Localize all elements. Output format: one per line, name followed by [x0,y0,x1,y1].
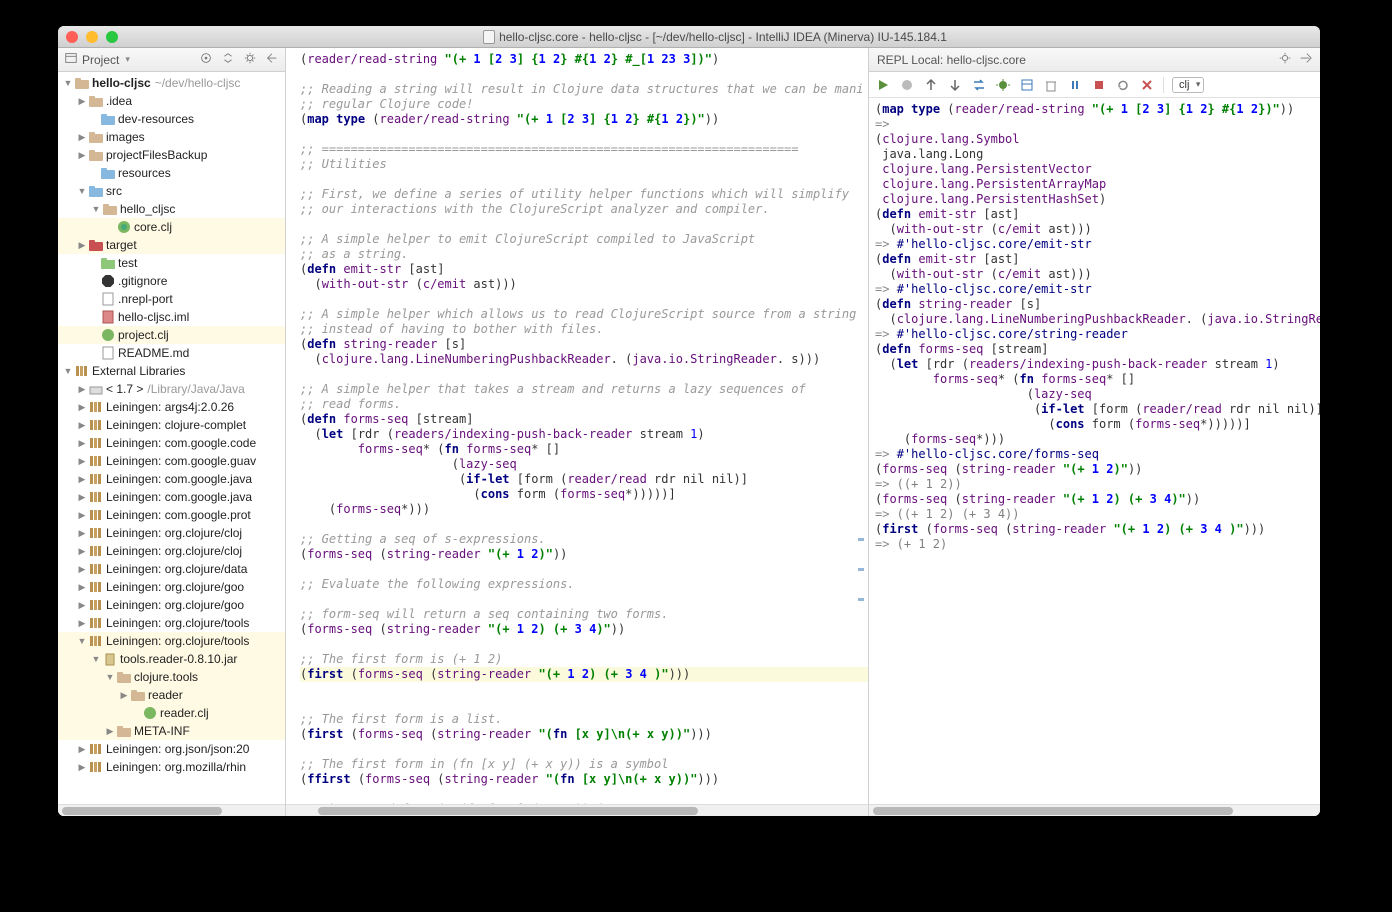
switch-ns-icon[interactable] [971,77,987,93]
tree-item[interactable]: ▼tools.reader-0.8.10.jar [58,650,285,668]
history-icon[interactable] [1019,77,1035,93]
editor-markers [856,48,864,816]
debug-icon[interactable] [995,77,1011,93]
tree-item[interactable]: resources [58,164,285,182]
tree-item[interactable]: hello-cljsc.iml [58,308,285,326]
tree-item[interactable]: ▶Leiningen: com.google.code [58,434,285,452]
tree-item[interactable]: .nrepl-port [58,290,285,308]
tree-item[interactable]: ▶Leiningen: org.mozilla/rhin [58,758,285,776]
hide-icon[interactable] [1298,51,1312,68]
dropdown-icon[interactable]: ▾ [125,54,130,65]
tree-item[interactable]: ▶< 1.7 >/Library/Java/Java [58,380,285,398]
tree-item[interactable]: ▶Leiningen: org.clojure/tools [58,614,285,632]
text-file-icon [100,291,116,307]
clear-icon[interactable] [1043,77,1059,93]
interrupt-icon[interactable] [1067,77,1083,93]
window-title: hello-cljsc.core - hello-cljsc - [~/dev/… [118,30,1312,44]
tree-item[interactable]: ▶target [58,236,285,254]
close-window[interactable] [66,31,78,43]
sidebar-title: Project [82,53,119,67]
tree-item[interactable]: ▶.idea [58,92,285,110]
jdk-icon [88,381,104,397]
tree-project-root[interactable]: ▼hello-cljsc~/dev/hello-cljsc [58,74,285,92]
repl-header: REPL Local: hello-cljsc.core [869,48,1320,72]
tree-item[interactable]: ▶reader [58,686,285,704]
clj-file-icon [116,219,132,235]
tree-item[interactable]: .gitignore [58,272,285,290]
tree-item[interactable]: ▶META-INF [58,722,285,740]
tree-item[interactable]: ▶Leiningen: org.clojure/data [58,560,285,578]
up-icon[interactable] [923,77,939,93]
project-icon [64,51,78,68]
project-tree[interactable]: ▼hello-cljsc~/dev/hello-cljsc ▶.idea dev… [58,72,285,804]
sidebar-hscroll[interactable] [58,804,285,816]
repl-hscroll[interactable] [869,804,1320,816]
hide-icon[interactable] [265,51,279,68]
stop-dim-icon[interactable] [899,77,915,93]
minimize-window[interactable] [86,31,98,43]
tree-item[interactable]: ▶Leiningen: com.google.prot [58,506,285,524]
git-icon [100,273,116,289]
tree-item[interactable]: ▶images [58,128,285,146]
ide-window: hello-cljsc.core - hello-cljsc - [~/dev/… [58,26,1320,816]
clj-file-icon [100,327,116,343]
tree-item[interactable]: README.md [58,344,285,362]
repl-output[interactable]: (map type (reader/read-string "(+ 1 [2 3… [869,98,1320,804]
collapse-all-icon[interactable] [221,51,235,68]
tree-external-libs[interactable]: ▼External Libraries [58,362,285,380]
reconnect-icon[interactable] [1115,77,1131,93]
jar-icon [102,651,118,667]
gear-icon[interactable] [243,51,257,68]
library-icon [74,363,90,379]
project-sidebar: Project ▾ ▼hello-cljsc~/dev/hello-cljsc … [58,48,286,816]
repl-title: REPL Local: hello-cljsc.core [877,53,1026,67]
tree-item[interactable]: ▶projectFilesBackup [58,146,285,164]
file-icon [483,30,495,44]
close-icon[interactable] [1139,77,1155,93]
tree-item[interactable]: project.clj [58,326,285,344]
tree-item[interactable]: ▶Leiningen: com.google.java [58,488,285,506]
tree-item[interactable]: ▶Leiningen: com.google.guav [58,452,285,470]
tree-item[interactable]: ▶Leiningen: org.json/json:20 [58,740,285,758]
tree-item[interactable]: ▶Leiningen: org.clojure/goo [58,596,285,614]
scroll-from-source-icon[interactable] [199,51,213,68]
tree-item[interactable]: reader.clj [58,704,285,722]
tree-item[interactable]: ▼Leiningen: org.clojure/tools [58,632,285,650]
tree-item[interactable]: ▶Leiningen: clojure-complet [58,416,285,434]
iml-file-icon [100,309,116,325]
main-content: Project ▾ ▼hello-cljsc~/dev/hello-cljsc … [58,48,1320,816]
clj-file-icon [142,705,158,721]
down-icon[interactable] [947,77,963,93]
tree-item[interactable]: ▼src [58,182,285,200]
code-editor[interactable]: (reader/read-string "(+ 1 [2 3] {1 2} #{… [286,48,868,816]
tree-item[interactable]: ▶Leiningen: args4j:2.0.26 [58,398,285,416]
tree-item[interactable]: dev-resources [58,110,285,128]
run-icon[interactable] [875,77,891,93]
stop-icon[interactable] [1091,77,1107,93]
zoom-window[interactable] [106,31,118,43]
window-controls [66,31,118,43]
tree-item[interactable]: test [58,254,285,272]
md-file-icon [100,345,116,361]
tree-item[interactable]: ▼clojure.tools [58,668,285,686]
editor-hscroll[interactable] [286,804,868,816]
tree-item[interactable]: ▶Leiningen: com.google.java [58,470,285,488]
tree-item-selected[interactable]: core.clj [58,218,285,236]
gear-icon[interactable] [1278,51,1292,68]
titlebar: hello-cljsc.core - hello-cljsc - [~/dev/… [58,26,1320,48]
tree-item[interactable]: ▶Leiningen: org.clojure/cloj [58,542,285,560]
repl-panel: REPL Local: hello-cljsc.core [868,48,1320,816]
tree-item[interactable]: ▶Leiningen: org.clojure/cloj [58,524,285,542]
repl-lang-dropdown[interactable]: clj [1172,77,1204,93]
tree-item[interactable]: ▼hello_cljsc [58,200,285,218]
tree-item[interactable]: ▶Leiningen: org.clojure/goo [58,578,285,596]
sidebar-header: Project ▾ [58,48,285,72]
repl-toolbar: clj [869,72,1320,98]
